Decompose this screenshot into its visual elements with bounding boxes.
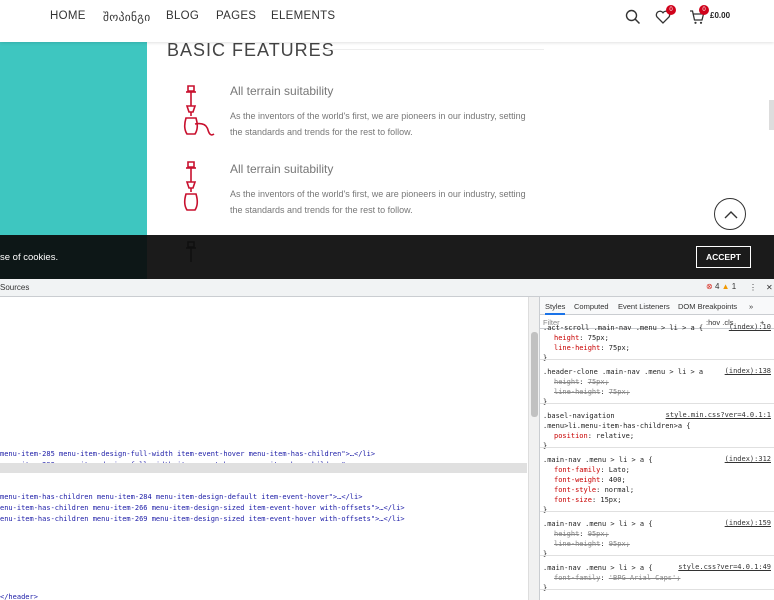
wishlist-count-badge: 0 [666,5,676,15]
scroll-thumb[interactable] [531,332,538,417]
website-viewport: HOME შოპინგი BLOG PAGES ELEMENTS 0 0 £0.… [0,0,774,279]
feature-text: As the inventors of the world's first, w… [230,111,526,137]
section-title: BASIC FEATURES [167,40,335,60]
more-options-icon[interactable]: ⋮ [749,283,757,292]
tab-event-listeners[interactable]: Event Listeners [618,302,670,311]
rule-selector[interactable]: .main-nav .menu > li > a { [543,563,653,573]
dom-node[interactable]: menu-item-has-children menu-item-284 men… [0,492,362,502]
style-property[interactable]: font-size: 15px; [554,495,621,505]
devtools-panel: Sources ⊗ 4 ▲ 1 ⋮ ✕ menu-item-285 menu-i… [0,279,774,600]
nav-shopping[interactable]: შოპინგი [103,10,151,24]
styles-pane: Styles Computed Event Listeners DOM Brea… [539,297,774,600]
rule-separator [540,511,774,512]
rule-selector[interactable]: .main-nav .menu > li > a { [543,519,653,529]
error-icon: ⊗ [706,282,713,291]
cookie-text: se of cookies. [0,252,59,263]
rule-selector[interactable]: .basel-navigation [543,411,615,421]
tab-styles[interactable]: Styles [545,302,566,315]
dom-node[interactable]: </header> [0,592,38,600]
rule-close-brace: } [543,442,548,450]
style-property[interactable]: line-height: 75px; [554,387,630,397]
style-rules[interactable]: .act-scroll .main-nav .menu > li > a { (i… [540,323,774,600]
rule-source-link[interactable]: style.css?ver=4.0.1:49 [678,563,771,571]
style-property[interactable]: line-height: 75px; [554,343,630,353]
dom-node[interactable]: enu-item-has-children menu-item-269 menu… [0,514,405,524]
feature-text: As the inventors of the world's first, w… [230,189,526,215]
rule-separator [540,403,774,404]
rule-close-brace: } [543,398,548,406]
dom-node[interactable]: menu-item-285 menu-item-design-full-widt… [0,449,375,459]
rule-source-link[interactable]: (index):159 [725,519,771,527]
feature-heading: All terrain suitability [230,84,334,98]
tab-dom-breakpoints[interactable]: DOM Breakpoints [678,302,737,311]
tab-sources[interactable]: Sources [0,283,29,292]
style-property[interactable]: font-weight: 400; [554,475,626,485]
style-property[interactable]: height: 75px; [554,377,609,387]
rule-selector[interactable]: .menu>li.menu-item-has-children>a { [543,421,691,431]
rule-close-brace: } [543,354,548,362]
elements-tree[interactable]: menu-item-285 menu-item-design-full-widt… [0,297,527,600]
accept-button[interactable]: ACCEPT [696,246,751,268]
search-icon[interactable] [624,8,642,26]
hookah-icon [183,161,199,211]
rule-selector[interactable]: .act-scroll .main-nav .menu > li > a { [543,323,703,333]
top-navigation: HOME შოპინგი BLOG PAGES ELEMENTS 0 0 £0.… [0,0,774,42]
style-property[interactable]: line-height: 95px; [554,539,630,549]
rule-selector[interactable]: .header-clone .main-nav .menu > li > a [543,367,703,377]
rule-close-brace: } [543,506,548,514]
dom-node[interactable]: enu-item-has-children menu-item-266 menu… [0,503,405,513]
nav-pages[interactable]: PAGES [216,10,256,22]
warning-count: 1 [731,282,737,291]
chevron-up-icon [724,211,738,219]
hookah-icon [183,85,215,136]
rule-close-brace: } [543,584,548,592]
style-property[interactable]: height: 75px; [554,333,609,343]
styles-tabbar: Styles Computed Event Listeners DOM Brea… [540,297,774,315]
more-tabs-icon[interactable]: » [749,302,753,311]
selected-dom-node[interactable] [0,463,527,473]
nav-home[interactable]: HOME [50,10,86,22]
rule-separator [540,359,774,360]
rule-source-link[interactable]: (index):10 [729,323,771,331]
style-property[interactable]: position: relative; [554,431,634,441]
rule-separator [540,447,774,448]
devtools-tabbar: Sources ⊗ 4 ▲ 1 ⋮ ✕ [0,279,774,297]
rule-source-link[interactable]: (index):138 [725,367,771,375]
cart-total[interactable]: £0.00 [710,11,730,20]
close-icon[interactable]: ✕ [766,283,773,292]
rule-separator [540,555,774,556]
tab-computed[interactable]: Computed [574,302,609,311]
elements-scrollbar[interactable] [528,297,539,600]
warning-icon: ▲ [721,282,730,291]
feature-heading: All terrain suitability [230,162,334,176]
rule-source-link[interactable]: (index):312 [725,455,771,463]
title-divider [319,49,544,50]
rule-source-link[interactable]: style.min.css?ver=4.0.1:1 [666,411,771,419]
nav-blog[interactable]: BLOG [166,10,199,22]
style-property[interactable]: font-style: normal; [554,485,634,495]
rule-selector[interactable]: .main-nav .menu > li > a { [543,455,653,465]
error-count: 4 [714,282,720,291]
nav-elements[interactable]: ELEMENTS [271,10,335,22]
page-scrollbar[interactable] [769,100,774,130]
style-property[interactable]: font-family: 'BPG Arial Caps'; [554,573,680,583]
style-property[interactable]: font-family: Lato; [554,465,630,475]
style-property[interactable]: height: 95px; [554,529,609,539]
rule-separator [540,589,774,590]
rule-close-brace: } [543,550,548,558]
cookie-banner: se of cookies. ACCEPT [0,235,774,279]
scroll-to-top-button[interactable] [714,198,746,230]
cart-count-badge: 0 [699,5,709,15]
error-counter[interactable]: ⊗ 4 ▲ 1 [706,282,736,291]
